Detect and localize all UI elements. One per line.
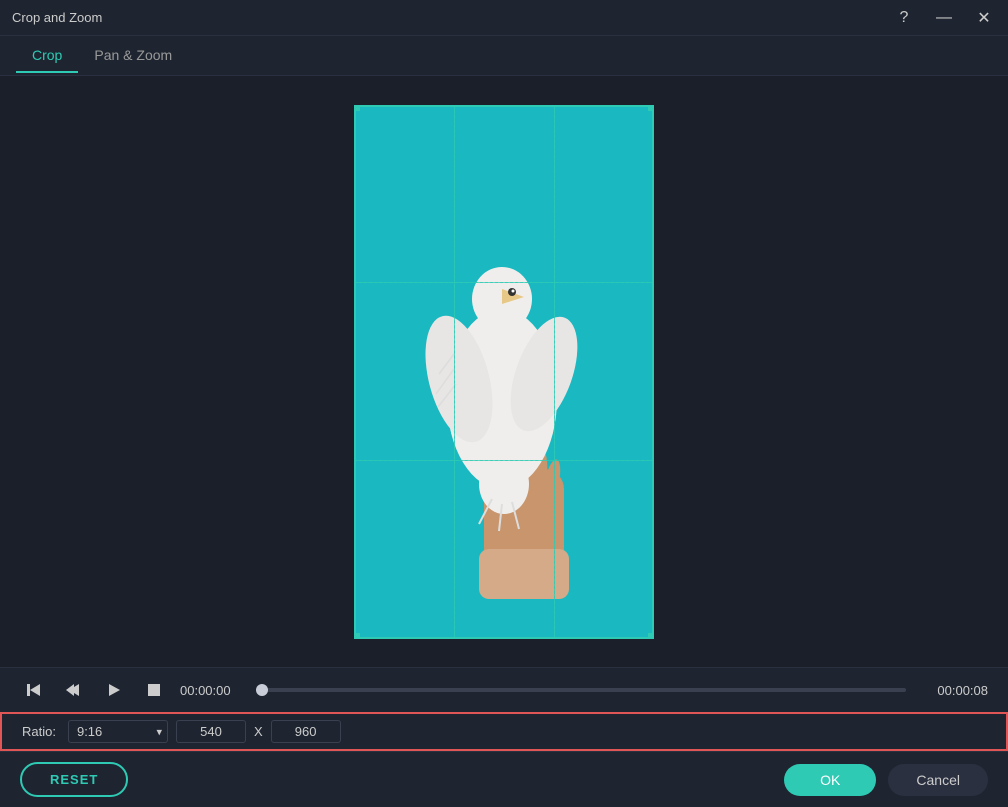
video-image: ◀	[354, 105, 654, 639]
titlebar-controls: ? — ✕	[892, 6, 996, 30]
close-button[interactable]: ✕	[972, 6, 996, 30]
stop-button[interactable]	[140, 676, 168, 704]
step-back-icon	[65, 681, 83, 699]
crop-handle-br[interactable]	[648, 633, 654, 639]
ratio-select-wrapper: 9:16 Custom 1:1 4:3 16:9 21:9	[68, 720, 168, 743]
total-time: 00:00:08	[918, 683, 988, 698]
current-time: 00:00:00	[180, 683, 250, 698]
play-icon	[105, 681, 123, 699]
titlebar: Crop and Zoom ? — ✕	[0, 0, 1008, 36]
ratio-label: Ratio:	[22, 724, 56, 739]
minimize-button[interactable]: —	[932, 6, 956, 30]
skip-back-button[interactable]	[20, 676, 48, 704]
tab-bar: Crop Pan & Zoom	[0, 36, 1008, 76]
width-input[interactable]: 540	[176, 720, 246, 743]
main-content: ◀	[0, 76, 1008, 807]
video-container: ◀	[354, 105, 654, 639]
stop-icon	[145, 681, 163, 699]
right-buttons: OK Cancel	[784, 764, 988, 796]
controls-bar: 00:00:00 00:00:08	[0, 667, 1008, 712]
crop-handle-tl[interactable]	[354, 105, 360, 111]
tab-crop[interactable]: Crop	[16, 39, 78, 73]
help-button[interactable]: ?	[892, 6, 916, 30]
progress-bar[interactable]	[262, 688, 906, 692]
dove-image	[394, 179, 614, 599]
height-input[interactable]: 960	[271, 720, 341, 743]
titlebar-title: Crop and Zoom	[12, 10, 102, 25]
step-back-button[interactable]	[60, 676, 88, 704]
cancel-button[interactable]: Cancel	[888, 764, 988, 796]
preview-area: ◀	[0, 76, 1008, 667]
ratio-select[interactable]: 9:16 Custom 1:1 4:3 16:9 21:9	[68, 720, 168, 743]
reset-button[interactable]: RESET	[20, 762, 128, 797]
x-separator: X	[254, 724, 263, 739]
progress-knob[interactable]	[256, 684, 268, 696]
skip-back-icon	[25, 681, 43, 699]
title-text: Crop and Zoom	[12, 10, 102, 25]
ratio-bar: Ratio: 9:16 Custom 1:1 4:3 16:9 21:9 540…	[0, 712, 1008, 751]
crop-handle-bl[interactable]	[354, 633, 360, 639]
tab-pan-zoom[interactable]: Pan & Zoom	[78, 39, 188, 73]
play-button[interactable]	[100, 676, 128, 704]
crop-handle-tr[interactable]	[648, 105, 654, 111]
bottom-bar: RESET OK Cancel	[0, 751, 1008, 807]
ok-button[interactable]: OK	[784, 764, 876, 796]
